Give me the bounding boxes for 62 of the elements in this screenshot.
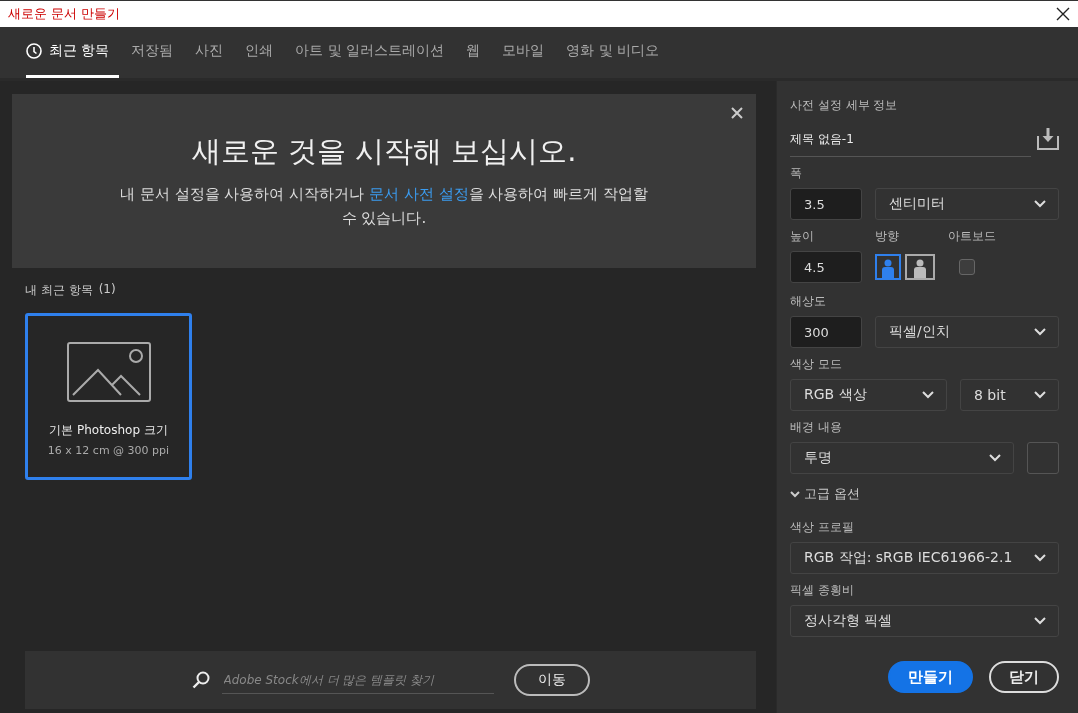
field-label: 해상도 — [790, 293, 827, 310]
chevron-down-icon — [1034, 200, 1046, 208]
height-field[interactable]: 4.5 — [790, 251, 862, 283]
tab[interactable]: 영화 및 비디오 — [556, 27, 670, 78]
field-label: 색상 모드 — [790, 356, 843, 373]
preset-name: 기본 Photoshop 크기 — [49, 422, 168, 439]
field-label: 높이 — [790, 228, 815, 245]
tab[interactable]: 아트 및 일러스트레이션 — [285, 27, 455, 78]
field-label: 폭 — [790, 165, 803, 182]
section-heading: 내 최근 항목 — [25, 282, 93, 299]
chevron-down-icon — [989, 454, 1001, 462]
image-icon — [66, 342, 151, 402]
dropdown[interactable]: 투명 — [790, 442, 1014, 474]
search-field[interactable]: Adobe Stock에서 더 많은 템플릿 찾기 — [221, 666, 494, 694]
person-icon — [881, 258, 895, 278]
save-preset-icon[interactable] — [1037, 128, 1059, 150]
tab[interactable]: 웹 — [456, 27, 491, 78]
dropdown[interactable]: RGB 작업: sRGB IEC61966-2.1 — [790, 542, 1059, 574]
artboard-checkbox[interactable] — [959, 259, 975, 275]
chevron-down-icon — [1034, 554, 1046, 562]
resolution-field[interactable]: 300 — [790, 316, 862, 348]
banner-heading: 새로운 것을 시작해 보십시오. — [191, 133, 577, 170]
item-count: (1) — [98, 282, 116, 298]
preset-details: 16 x 12 cm @ 300 ppi — [47, 444, 170, 457]
landscape-button[interactable] — [905, 254, 935, 280]
field-label: 색상 프로필 — [790, 519, 855, 536]
field-label: 배경 내용 — [790, 419, 843, 436]
preset-link[interactable]: 문서 사전 설정 — [369, 185, 469, 203]
dropdown[interactable]: 8 bit — [960, 379, 1059, 411]
preset-card[interactable]: 기본 Photoshop 크기 16 x 12 cm @ 300 ppi — [25, 313, 192, 480]
field-label: 아트보드 — [948, 228, 996, 245]
go-button[interactable]: 이동 — [513, 664, 590, 696]
close-button[interactable] — [1056, 7, 1070, 21]
create-button[interactable]: 만들기 — [888, 661, 973, 693]
tab[interactable]: 최근 항목 — [26, 27, 120, 78]
advanced-options-toggle[interactable]: 고급 옵션 — [790, 485, 1059, 503]
tab[interactable]: 사진 — [185, 27, 234, 78]
dropdown[interactable]: 센티미터 — [875, 188, 1059, 220]
tab[interactable]: 저장됨 — [121, 27, 184, 78]
search-icon — [191, 671, 210, 689]
portrait-button[interactable] — [875, 254, 901, 280]
close-button[interactable]: 닫기 — [989, 661, 1059, 693]
tab[interactable]: 모바일 — [492, 27, 555, 78]
chevron-down-icon — [1034, 391, 1046, 399]
dropdown[interactable]: 픽셀/인치 — [875, 316, 1059, 348]
document-name-field[interactable]: 제목 없음-1 — [790, 128, 1031, 157]
clock-icon — [26, 43, 42, 59]
window-title: 새로운 문서 만들기 — [8, 5, 121, 23]
person-icon — [913, 258, 927, 278]
tab[interactable]: 인쇄 — [235, 27, 284, 78]
width-field[interactable]: 3.5 — [790, 188, 862, 220]
chevron-icon — [790, 490, 800, 498]
chevron-down-icon — [922, 391, 934, 399]
dropdown[interactable]: 정사각형 픽셀 — [790, 605, 1059, 637]
chevron-down-icon — [1034, 617, 1046, 625]
color-swatch[interactable] — [1027, 442, 1059, 474]
panel-heading: 사전 설정 세부 정보 — [790, 97, 899, 114]
field-label: 픽셀 종횡비 — [790, 582, 855, 599]
banner-text: 내 문서 설정을 사용하여 시작하거나 문서 사전 설정을 사용하여 빠르게 작업할 수 있습니다. — [119, 184, 649, 229]
dropdown[interactable]: RGB 색상 — [790, 379, 947, 411]
field-label: 방향 — [875, 228, 900, 245]
chevron-down-icon — [1034, 328, 1046, 336]
